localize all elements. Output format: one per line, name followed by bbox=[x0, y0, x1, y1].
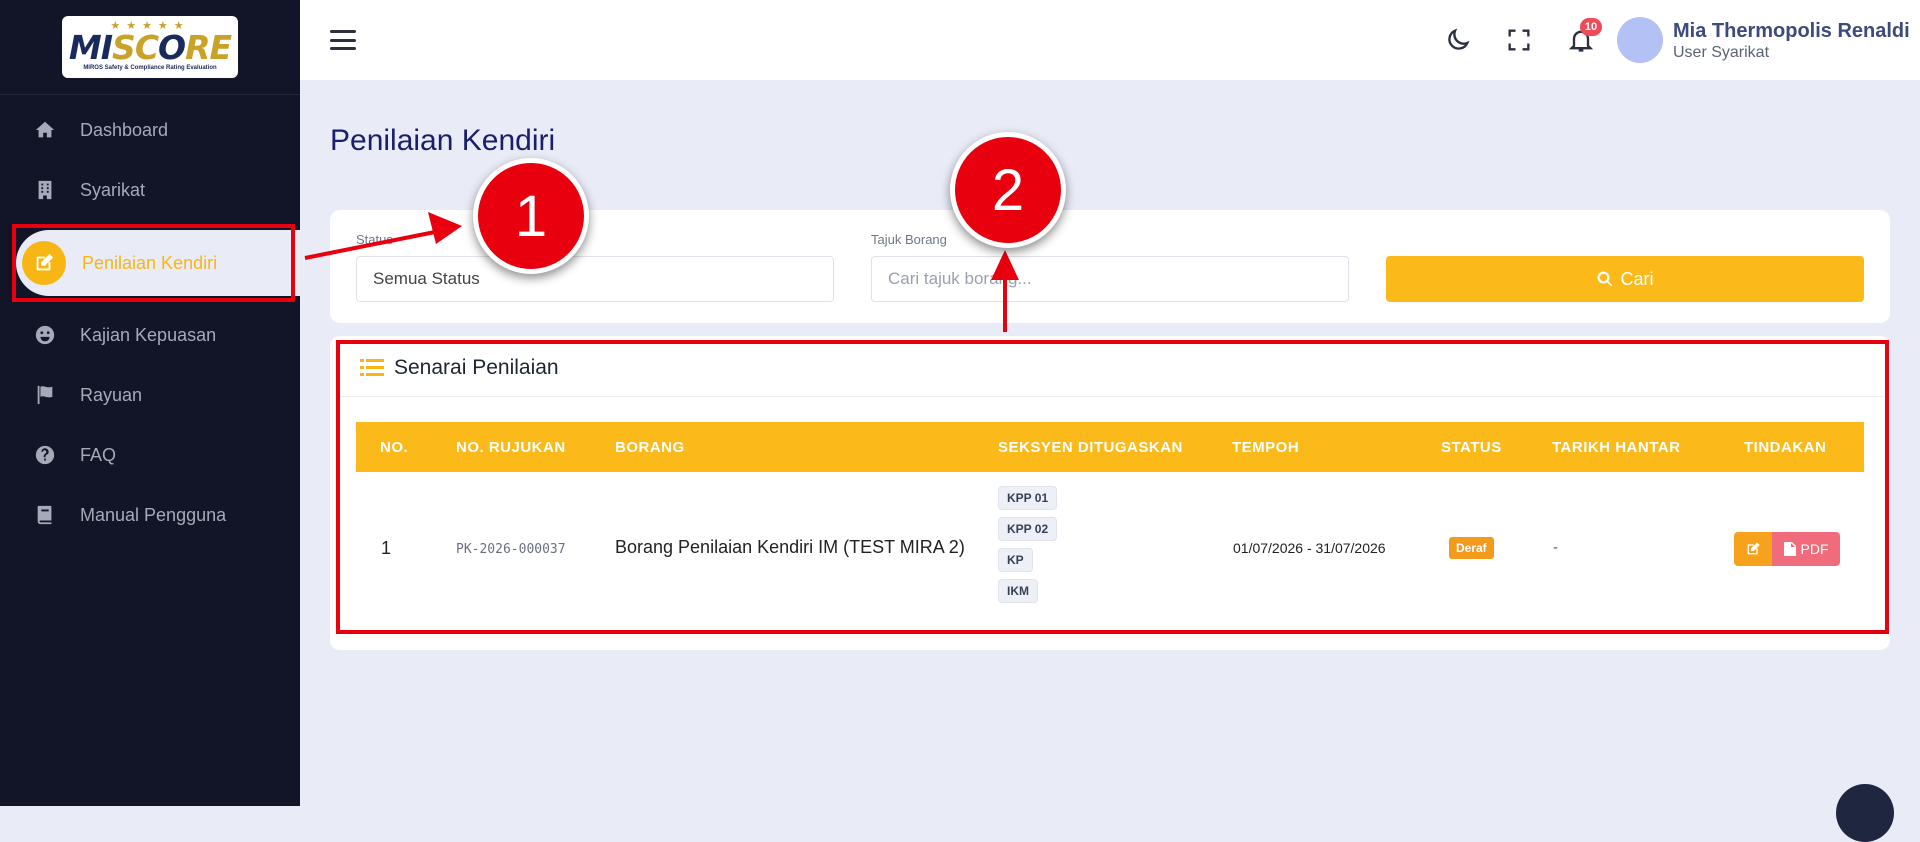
menu-toggle-icon[interactable] bbox=[330, 30, 356, 50]
home-icon bbox=[34, 119, 56, 141]
search-icon bbox=[1597, 271, 1613, 287]
status-label: Status bbox=[356, 232, 393, 247]
question-icon bbox=[34, 444, 56, 466]
tajuk-borang-label: Tajuk Borang bbox=[871, 232, 947, 247]
fullscreen-icon[interactable] bbox=[1505, 26, 1533, 54]
sidebar-item-rayuan[interactable]: Rayuan bbox=[0, 367, 300, 423]
annotation-highlight-sidebar bbox=[12, 224, 295, 302]
sidebar-item-label: Syarikat bbox=[80, 179, 146, 200]
sidebar-item-label: Rayuan bbox=[80, 384, 143, 405]
book-icon bbox=[34, 504, 56, 526]
moon-icon[interactable] bbox=[1444, 26, 1472, 54]
topbar: 10 Mia Thermopolis Renaldi User Syarikat bbox=[300, 0, 1920, 80]
sidebar-item-label: Manual Pengguna bbox=[80, 504, 227, 525]
building-icon bbox=[34, 179, 56, 201]
chat-widget-icon[interactable] bbox=[1836, 784, 1894, 842]
sidebar-item-syarikat[interactable]: Syarikat bbox=[0, 162, 300, 218]
sidebar-item-label: FAQ bbox=[80, 444, 117, 465]
search-button[interactable]: Cari bbox=[1386, 256, 1864, 302]
logo-tagline: MIROS Safety & Compliance Rating Evaluat… bbox=[83, 65, 217, 71]
sidebar: ★★★★★ MISCORE MIROS Safety & Compliance … bbox=[0, 0, 300, 806]
search-button-label: Cari bbox=[1620, 268, 1654, 289]
page-title: Penilaian Kendiri bbox=[330, 124, 556, 157]
user-role: User Syarikat bbox=[1673, 44, 1770, 61]
sidebar-item-label: Dashboard bbox=[80, 119, 169, 140]
sidebar-divider bbox=[0, 94, 300, 95]
status-select[interactable]: Semua Status bbox=[356, 256, 834, 302]
sidebar-item-dashboard[interactable]: Dashboard bbox=[0, 102, 300, 158]
flag-icon bbox=[34, 384, 56, 406]
tajuk-borang-input[interactable]: Cari tajuk borang... bbox=[871, 256, 1349, 302]
logo-wordmark: MISCORE bbox=[68, 28, 232, 67]
sidebar-item-faq[interactable]: FAQ bbox=[0, 427, 300, 483]
user-name[interactable]: Mia Thermopolis Renaldi bbox=[1673, 20, 1910, 43]
annotation-callout-1: 1 bbox=[473, 158, 589, 274]
smile-icon bbox=[34, 324, 56, 346]
sidebar-item-manual-pengguna[interactable]: Manual Pengguna bbox=[0, 487, 300, 543]
sidebar-item-label: Kajian Kepuasan bbox=[80, 324, 217, 345]
avatar[interactable] bbox=[1617, 17, 1663, 63]
sidebar-item-kajian-kepuasan[interactable]: Kajian Kepuasan bbox=[0, 307, 300, 363]
app-logo[interactable]: ★★★★★ MISCORE MIROS Safety & Compliance … bbox=[62, 16, 238, 78]
notification-badge: 10 bbox=[1580, 18, 1602, 36]
annotation-highlight-list bbox=[336, 340, 1889, 634]
annotation-callout-2: 2 bbox=[950, 132, 1066, 248]
